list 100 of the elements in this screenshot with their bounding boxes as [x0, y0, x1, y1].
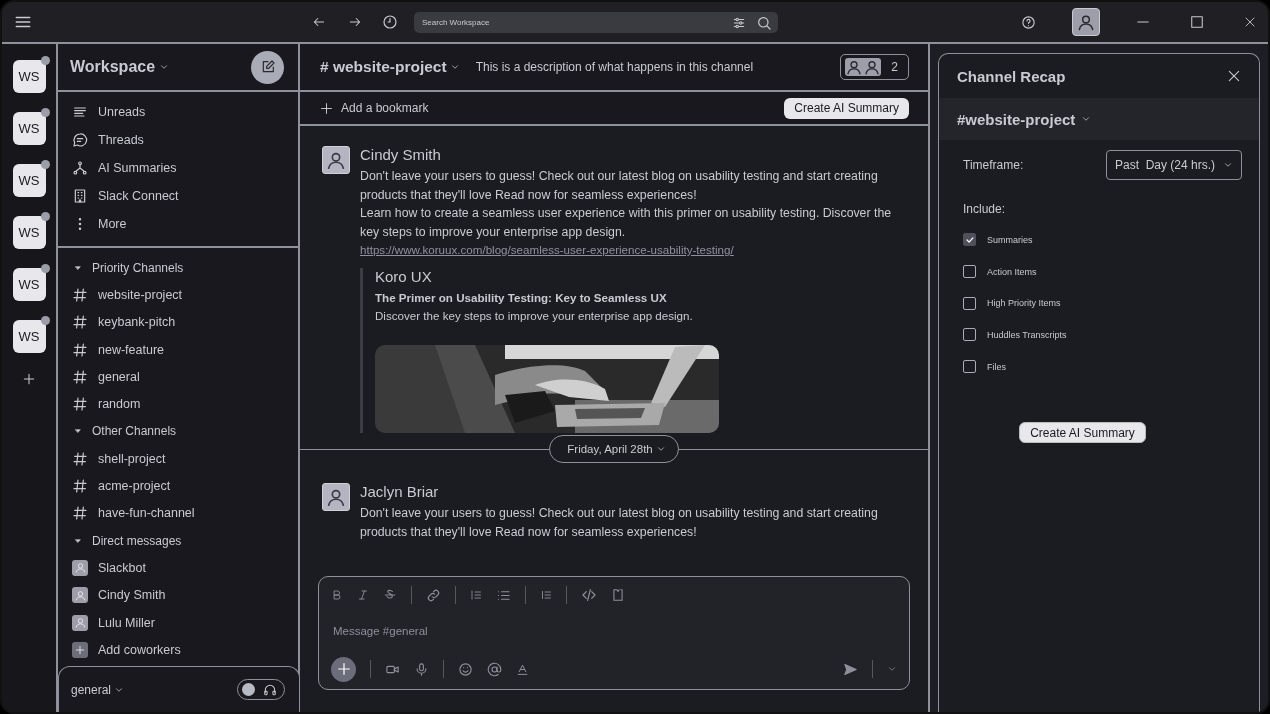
- members-button[interactable]: 2: [840, 54, 909, 80]
- caret-down-icon: [74, 536, 82, 545]
- direct-message-item[interactable]: Lulu Miller: [58, 608, 298, 637]
- hash-icon: [72, 368, 88, 385]
- add-workspace-button[interactable]: [22, 372, 36, 386]
- message-text: Learn how to create a seamless user experience with this primer on usability testing. Discover the key steps to improve your enterprise app design.: [360, 205, 893, 241]
- checkbox[interactable]: [963, 328, 976, 342]
- indent-list-icon[interactable]: [540, 589, 552, 601]
- chevron-down-icon[interactable]: [887, 664, 897, 674]
- link-icon[interactable]: [426, 587, 441, 603]
- direct-message-item[interactable]: Slackbot: [58, 554, 298, 582]
- person-icon: [1076, 12, 1096, 32]
- date-divider[interactable]: Friday, April 28th: [549, 435, 679, 463]
- checkbox[interactable]: [963, 296, 976, 310]
- create-summary-button[interactable]: Create AI Summary: [784, 97, 909, 119]
- lines-icon: [72, 104, 88, 120]
- option-label: Summaries: [987, 234, 1033, 245]
- message-text: Don't leave your users to guess! Check out our latest blog on usability testing and start creating products that they'll love Read now for seamless experiences!: [360, 168, 879, 204]
- channel-item[interactable]: random: [58, 390, 298, 418]
- caret-down-icon: [74, 427, 82, 436]
- back-button[interactable]: [312, 15, 326, 29]
- compose-button[interactable]: [251, 50, 284, 84]
- chat-bubble-icon: [72, 132, 88, 148]
- create-summary-button[interactable]: Create AI Summary: [1019, 422, 1146, 444]
- send-icon[interactable]: [843, 661, 858, 677]
- message-composer[interactable]: Message #general: [318, 576, 910, 690]
- channel-item[interactable]: new-feature: [58, 335, 298, 364]
- close-panel-button[interactable]: [1227, 69, 1241, 83]
- option-label: Huddles Transcripts: [987, 329, 1067, 340]
- filter-sliders-icon[interactable]: [732, 15, 746, 30]
- person-icon: [863, 58, 882, 76]
- nav-item[interactable]: Slack Connect: [58, 182, 298, 210]
- attach-button[interactable]: [331, 656, 356, 682]
- channel-item[interactable]: have-fun-channel: [58, 499, 298, 527]
- profile-avatar-button[interactable]: [1072, 8, 1100, 36]
- hash-icon: [72, 396, 88, 413]
- nav-item[interactable]: More: [58, 210, 298, 238]
- chevron-down-icon: [655, 444, 666, 454]
- channel-description: This is a description of what happens in this channel: [475, 60, 754, 74]
- strikethrough-icon[interactable]: [383, 588, 397, 602]
- message-input[interactable]: Message #general: [331, 613, 897, 649]
- section-header[interactable]: Direct messages: [58, 526, 298, 555]
- search-field[interactable]: Search Workspace: [414, 11, 778, 33]
- italic-icon[interactable]: [357, 589, 369, 601]
- hash-icon: [72, 505, 88, 522]
- maximize-button[interactable]: [1190, 15, 1204, 29]
- checkbox[interactable]: [963, 360, 976, 374]
- channel-selector[interactable]: #website-project: [957, 110, 1092, 128]
- text-format-icon[interactable]: [516, 662, 529, 676]
- bold-icon[interactable]: [331, 589, 343, 601]
- add-bookmark-button[interactable]: Add a bookmark: [320, 101, 429, 115]
- plus-icon: [335, 661, 352, 677]
- channel-switcher[interactable]: general: [71, 682, 125, 697]
- forward-button[interactable]: [348, 15, 362, 29]
- code-block-icon[interactable]: [611, 588, 625, 602]
- mention-icon[interactable]: [487, 661, 502, 677]
- direct-message-item[interactable]: Cindy Smith: [58, 581, 298, 609]
- history-button[interactable]: [382, 14, 398, 30]
- channel-item[interactable]: acme-project: [58, 472, 298, 500]
- emoji-icon[interactable]: [458, 661, 473, 677]
- maximize-icon: [1190, 15, 1204, 29]
- preview-site: Koro UX: [375, 267, 433, 285]
- checkbox[interactable]: [963, 265, 976, 279]
- plus-icon: [22, 372, 36, 386]
- timeframe-dropdown[interactable]: Past Day (24 hrs.): [1105, 150, 1242, 180]
- close-button[interactable]: [1244, 16, 1256, 28]
- channel-item[interactable]: website-project: [58, 281, 298, 309]
- help-icon: [1021, 14, 1036, 30]
- nav-item[interactable]: Unreads: [58, 98, 298, 126]
- hash-icon: [72, 341, 88, 358]
- include-label: Include:: [963, 202, 1007, 216]
- search-icon[interactable]: [756, 14, 772, 31]
- timeframe-label: Timeframe:: [963, 158, 1024, 172]
- avatar-icon: [72, 559, 88, 576]
- option-label: Files: [987, 361, 1006, 372]
- help-button[interactable]: [1021, 14, 1036, 30]
- option-label: High Priority Items: [987, 298, 1061, 309]
- add-coworkers-item[interactable]: Add coworkers: [58, 636, 298, 664]
- building-icon: [72, 188, 88, 204]
- channel-item[interactable]: shell-project: [58, 445, 298, 473]
- workspace-name[interactable]: Workspace: [70, 58, 170, 76]
- microphone-icon[interactable]: [414, 661, 429, 677]
- nodes-icon: [72, 160, 88, 176]
- code-icon[interactable]: [581, 587, 597, 603]
- message-link[interactable]: https://www.koruux.com/blog/seamless-user-experience-usability-testing/: [360, 241, 734, 260]
- channel-item[interactable]: general: [58, 363, 298, 391]
- plus-icon: [72, 641, 88, 658]
- arrow-left-icon: [312, 15, 326, 29]
- checkbox[interactable]: [963, 233, 976, 247]
- headphones-icon: [263, 682, 277, 697]
- hash-icon: [72, 450, 88, 467]
- section-header[interactable]: Other Channels: [58, 417, 298, 446]
- chevron-down-icon: [449, 62, 460, 72]
- nav-item[interactable]: Threads: [58, 126, 298, 154]
- section-header[interactable]: Priority Channels: [58, 254, 298, 282]
- nav-item[interactable]: AI Summaries: [58, 154, 298, 182]
- preview-description: Discover the key steps to improve your enterprise app design.: [375, 307, 694, 324]
- channel-name[interactable]: # website-project: [320, 58, 460, 76]
- chevron-down-icon: [159, 62, 170, 72]
- channel-item[interactable]: keybank-pitch: [58, 308, 298, 336]
